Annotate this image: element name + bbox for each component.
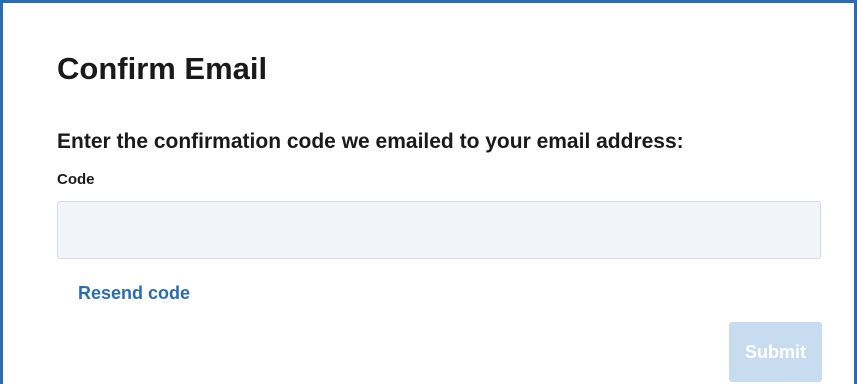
- page-title: Confirm Email: [57, 51, 268, 86]
- code-input[interactable]: [57, 201, 821, 259]
- submit-button[interactable]: Submit: [729, 322, 822, 382]
- code-field-label: Code: [57, 171, 95, 188]
- confirm-email-panel: Confirm Email Enter the confirmation cod…: [0, 0, 857, 384]
- instruction-text: Enter the confirmation code we emailed t…: [57, 130, 684, 153]
- resend-code-link[interactable]: Resend code: [78, 280, 190, 306]
